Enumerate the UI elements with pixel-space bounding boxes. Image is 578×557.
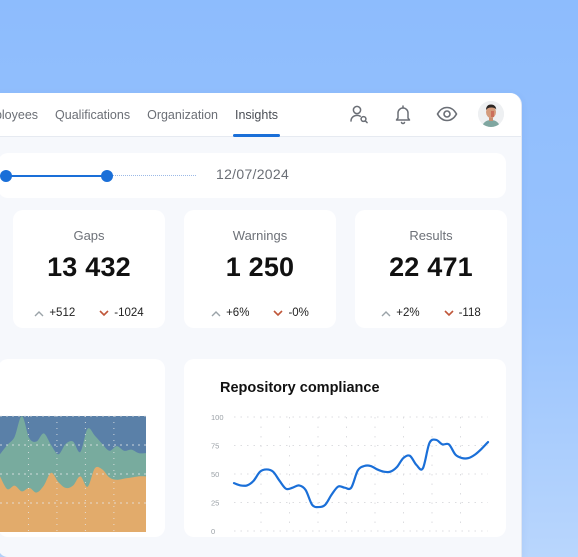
stat-value: 1 250 xyxy=(225,252,295,282)
app-window: nployees Qualifications Organization Ins… xyxy=(0,93,522,557)
repository-compliance-chart: 0 25 50 75 100 xyxy=(211,413,490,536)
slider-track-filled xyxy=(6,175,108,177)
delta-up-value: +6% xyxy=(226,307,250,319)
chevron-down-icon xyxy=(99,309,109,316)
tab-qualifications[interactable]: Qualifications xyxy=(55,93,130,137)
stat-card-warnings: Warnings 1 250 +6% -0% xyxy=(184,210,336,328)
stat-card-gaps: Gaps 13 432 +512 -1024 xyxy=(13,210,165,328)
stat-label: Gaps xyxy=(73,228,105,243)
stat-label: Results xyxy=(409,228,453,243)
y-tick-label: 0 xyxy=(211,527,215,536)
y-tick-label: 100 xyxy=(211,413,224,422)
stat-deltas: +2% -118 xyxy=(355,307,507,319)
y-tick-label: 25 xyxy=(211,499,219,508)
stat-deltas: +6% -0% xyxy=(184,307,336,319)
slider-start-handle[interactable] xyxy=(0,170,12,182)
avatar[interactable] xyxy=(478,101,504,127)
delta-down: -0% xyxy=(273,307,309,319)
tab-employees[interactable]: nployees xyxy=(0,93,38,137)
delta-down-value: -1024 xyxy=(114,307,144,319)
slider-end-handle[interactable] xyxy=(101,170,113,182)
tab-organization[interactable]: Organization xyxy=(147,93,218,137)
tab-insights[interactable]: Insights xyxy=(232,93,281,137)
stat-card-results: Results 22 471 +2% -118 xyxy=(355,210,507,328)
eye-icon[interactable] xyxy=(436,103,458,125)
repository-compliance-card: Repository compliance 0 25 50 75 100 xyxy=(184,359,506,537)
y-tick-label: 75 xyxy=(211,442,219,451)
delta-down-value: -118 xyxy=(458,307,481,319)
top-navigation-bar: nployees Qualifications Organization Ins… xyxy=(0,93,521,137)
stat-value: 22 471 xyxy=(389,252,473,282)
delta-down: -1024 xyxy=(99,307,144,319)
range-date: 12/07/2024 xyxy=(216,166,290,182)
delta-down-value: -0% xyxy=(288,307,309,319)
chevron-up-icon xyxy=(211,310,221,316)
compliance-line xyxy=(232,438,490,509)
delta-up: +6% xyxy=(211,307,249,319)
bell-icon[interactable] xyxy=(392,103,414,125)
y-tick-label: 50 xyxy=(211,470,219,479)
chevron-up-icon xyxy=(381,310,391,316)
chevron-down-icon xyxy=(444,309,454,316)
delta-down: -118 xyxy=(444,307,481,319)
main-nav: nployees Qualifications Organization Ins… xyxy=(0,93,295,137)
delta-up: +512 xyxy=(34,307,75,319)
date-range-card: 12/07/2024 xyxy=(0,153,506,198)
stat-deltas: +512 -1024 xyxy=(13,307,165,319)
stacked-area-chart xyxy=(0,415,146,532)
user-search-icon[interactable] xyxy=(348,103,370,125)
stacked-area-chart-card xyxy=(0,359,165,537)
stat-value: 13 432 xyxy=(47,252,131,282)
stat-label: Warnings xyxy=(232,228,288,243)
delta-up-value: +512 xyxy=(49,307,76,319)
delta-up: +2% xyxy=(381,307,420,319)
slider-track[interactable] xyxy=(108,175,196,176)
delta-up-value: +2% xyxy=(396,307,420,319)
chevron-up-icon xyxy=(34,310,44,316)
chevron-down-icon xyxy=(273,309,284,316)
